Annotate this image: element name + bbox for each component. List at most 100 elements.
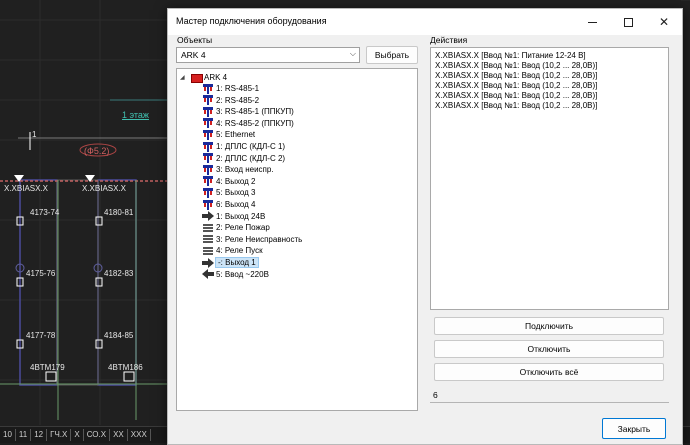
select-button[interactable]: Выбрать [366,46,418,64]
cad-zone-label: (Ф5.2) [84,146,110,156]
cad-device-label: 4182-83 [104,269,134,278]
interface-icon [202,141,214,152]
chevron-down-icon[interactable]: ⌵ [350,49,356,59]
cad-device-label: 4175-76 [26,269,56,278]
tree-item[interactable]: 3: Вход неиспр. [202,164,274,175]
cad-device-label: X.XBIASX.X [82,184,127,193]
collapse-icon[interactable]: ◢ [180,74,190,81]
status-item[interactable]: X [71,429,84,441]
cad-device-label: 4184-85 [104,331,134,340]
objects-combobox[interactable]: ARK 4 ⌵ [176,47,360,63]
interface-icon [202,129,214,140]
cad-device-label: X.XBIASX.X [4,184,49,193]
tree-item-label: 2: Реле Пожар [216,223,270,233]
tree-item-label: 1: RS-485-1 [216,84,260,93]
tree-item[interactable]: 4: Реле Пуск [202,245,263,256]
relay-icon [202,223,214,233]
tree-item[interactable]: 6: Выход 4 [202,199,256,210]
maximize-icon [623,17,633,27]
actions-label: Действия [430,35,468,45]
objects-label: Объекты [177,35,213,45]
actions-count-value: 6 [433,390,438,400]
tree-item[interactable]: 2: RS-485-2 [202,95,259,106]
objects-combobox-value: ARK 4 [181,50,206,60]
action-item[interactable]: X.XBIASX.X [Ввод №1: Ввод (10,2 ... 28,0… [435,61,597,70]
interface-icon [202,118,214,129]
action-item[interactable]: X.XBIASX.X [Ввод №1: Ввод (10,2 ... 28,0… [435,101,597,110]
action-item[interactable]: X.XBIASX.X [Ввод №1: Питание 12-24 В] [435,51,586,60]
cad-axis-label: 1 [32,130,37,139]
status-item[interactable]: 10 [0,429,16,441]
cad-device-label: 4173-74 [30,208,60,217]
action-item[interactable]: X.XBIASX.X [Ввод №1: Ввод (10,2 ... 28,0… [435,71,597,80]
interface-icon [202,176,214,187]
arrow-right-icon [202,257,214,268]
action-item[interactable]: X.XBIASX.X [Ввод №1: Ввод (10,2 ... 28,0… [435,91,597,100]
tree-item[interactable]: 1: Выход 24В [202,211,265,222]
connect-button[interactable]: Подключить [434,317,664,335]
dialog-titlebar[interactable]: Мастер подключения оборудования ✕ [168,9,682,35]
interface-icon [202,199,214,210]
tree-item[interactable]: 4: RS-485-2 (ППКУП) [202,118,294,129]
tree-item-label: 5: Выход 3 [216,188,256,198]
dialog-title: Мастер подключения оборудования [176,16,327,26]
relay-icon [202,234,214,244]
tree-item-label: 5: Ethernet [216,130,256,140]
interface-icon [202,95,214,106]
status-item[interactable]: ГЧ.Х [47,429,72,441]
tree-item-label: 6: Выход 4 [216,200,256,209]
close-button[interactable]: Закрыть [602,418,666,439]
tree-item[interactable]: 2: Реле Пожар [202,222,270,233]
arrow-left-icon [202,269,214,280]
tree-item-label: -: Выход 1 [215,257,259,268]
tree-item[interactable]: 5: Ввод ~220В [202,269,269,280]
tree-item[interactable]: 4: Выход 2 [202,176,256,187]
interface-icon [202,153,214,164]
tree-item-label: 3: Реле Неисправность [216,234,303,244]
objects-tree[interactable]: ◢ ARK 4 1: RS-485-1 2: RS-485-2 3: RS-485-… [176,68,418,411]
cad-device-label: 4180-81 [104,208,134,217]
status-item[interactable]: 11 [16,429,32,441]
tree-item-label: 2: ДПЛС (КДЛ-С 2) [216,153,286,163]
tree-item[interactable]: 3: Реле Неисправность [202,234,302,245]
interface-icon [202,164,214,175]
status-item[interactable]: XXX [128,429,151,441]
tree-item[interactable]: 3: RS-485-1 (ППКУП) [202,106,294,117]
tree-item-label: 4: RS-485-2 (ППКУП) [216,118,294,128]
tree-item[interactable]: 1: ДПЛС (КДЛ-С 1) [202,141,285,152]
tree-item[interactable]: 5: Выход 3 [202,187,256,198]
actions-count: 6 [430,390,669,403]
close-window-button[interactable]: ✕ [648,9,680,35]
tree-item[interactable]: -: Выход 1 [202,257,259,268]
status-item[interactable]: 12 [31,429,48,441]
status-item[interactable]: XX [110,429,128,441]
disconnect-button[interactable]: Отключить [434,340,664,358]
tree-item-label: 5: Ввод ~220В [216,269,269,279]
tree-item-label: 3: RS-485-1 (ППКУП) [216,107,294,117]
maximize-button[interactable] [612,9,644,35]
cad-device-label: 4BTM179 [30,363,65,372]
device-icon [190,73,203,83]
tree-item[interactable]: 1: RS-485-1 [202,83,259,94]
tree-root-label: ARK 4 [204,73,228,82]
relay-icon [202,246,214,256]
tree-item-label: 3: Вход неиспр. [216,165,274,175]
action-item[interactable]: X.XBIASX.X [Ввод №1: Ввод (10,2 ... 28,0… [435,81,597,90]
tree-item-label: 4: Выход 2 [216,176,256,186]
disconnect-all-button[interactable]: Отключить всё [434,363,664,381]
connection-wizard-dialog: Мастер подключения оборудования ✕ Объект… [167,8,683,445]
tree-root[interactable]: ◢ ARK 4 [180,72,227,83]
minimize-icon [587,21,597,23]
close-icon: ✕ [658,15,670,29]
tree-item[interactable]: 5: Ethernet [202,129,255,140]
interface-icon [202,106,214,117]
cad-device-label: 4BTM186 [108,363,143,372]
interface-icon [202,187,214,198]
minimize-button[interactable] [576,9,608,35]
cad-device-label: 4177-78 [26,331,56,340]
cad-floor-label: 1 этаж [122,110,149,120]
status-item[interactable]: СО.Х [84,429,111,441]
actions-list[interactable]: X.XBIASX.X [Ввод №1: Питание 12-24 В] X.X… [430,47,669,310]
tree-item-label: 2: RS-485-2 [216,95,260,105]
tree-item[interactable]: 2: ДПЛС (КДЛ-С 2) [202,153,285,164]
